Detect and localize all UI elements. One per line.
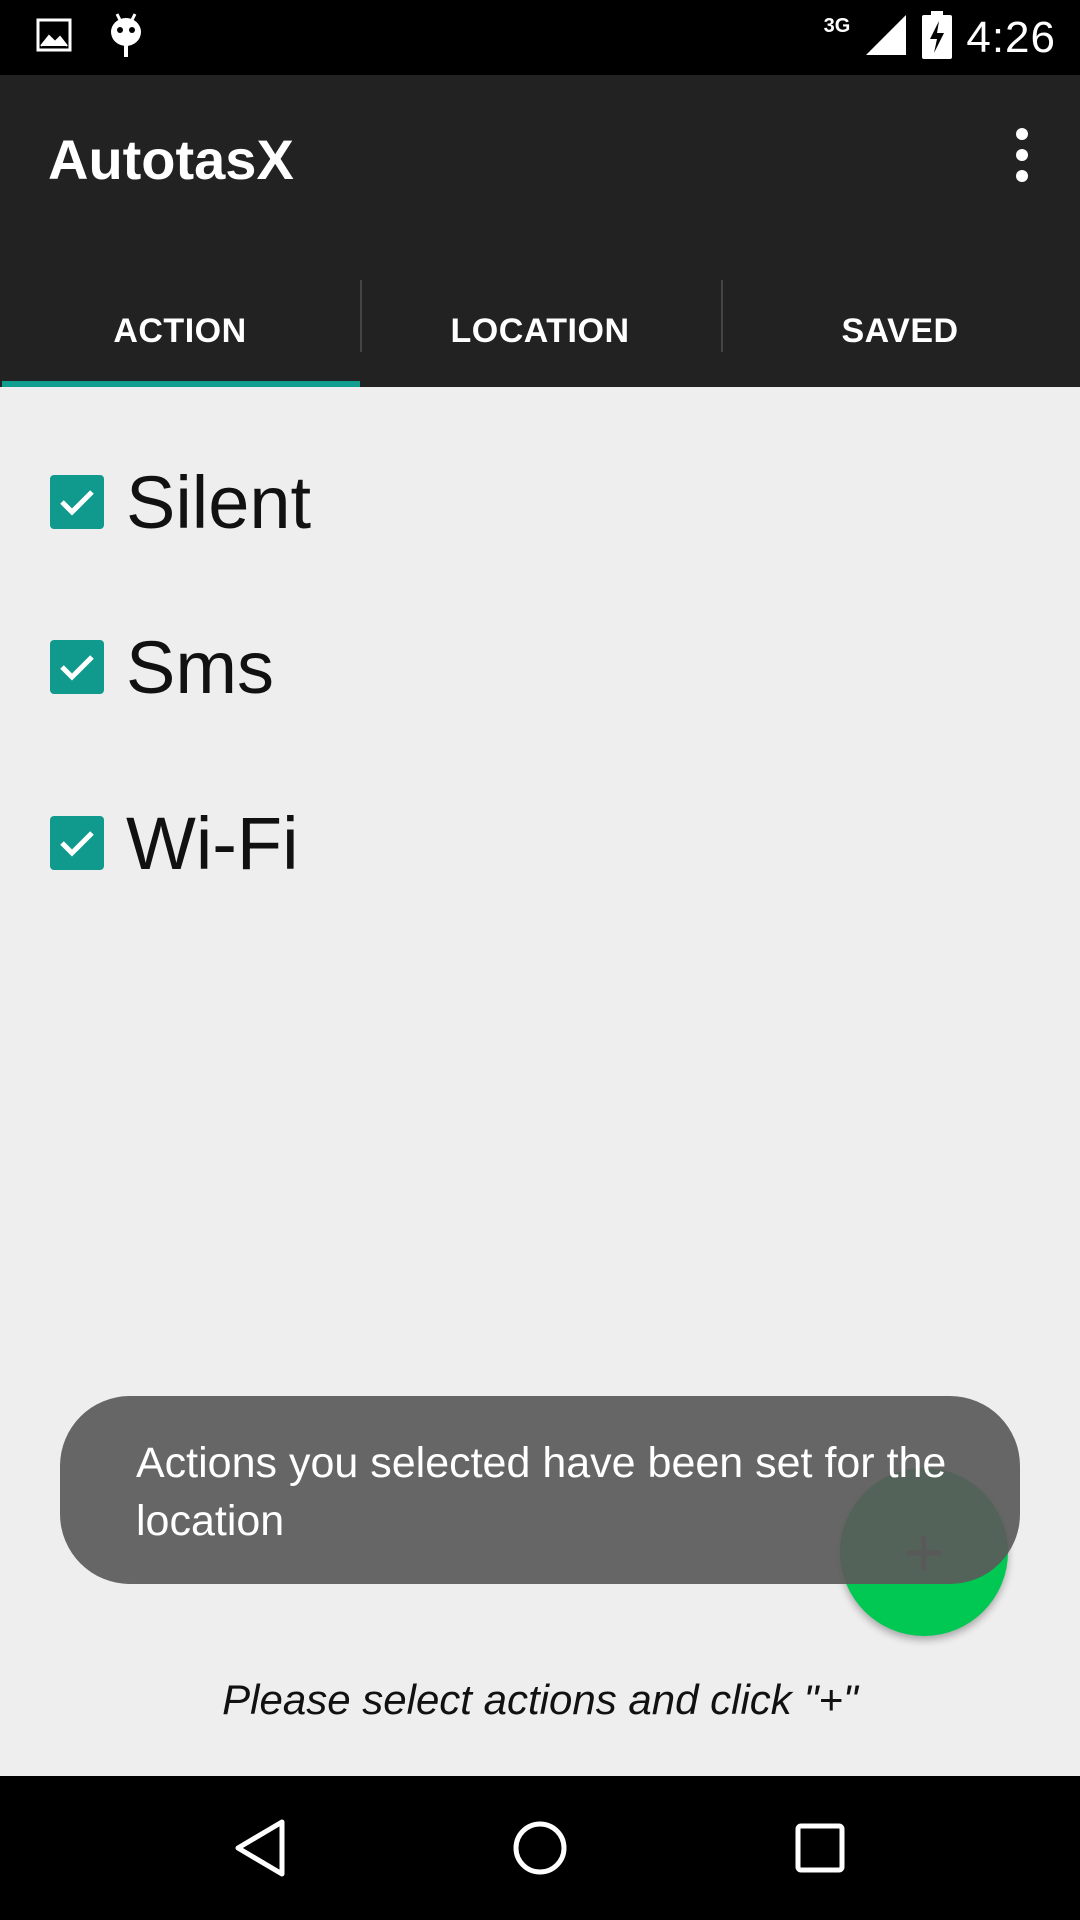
image-icon: [36, 18, 72, 57]
signal-icon: [864, 13, 908, 62]
tab-indicator: [2, 381, 360, 387]
tab-divider: [721, 280, 723, 352]
action-label: Sms: [126, 625, 274, 709]
more-vert-icon[interactable]: [994, 125, 1050, 185]
network-type-label: 3G: [823, 15, 851, 37]
action-item-silent[interactable]: Silent: [50, 447, 311, 557]
app-bar: AutotasX ACTION LOCATION SAVED: [0, 75, 1080, 387]
checkbox-checked[interactable]: [50, 816, 104, 870]
navigation-bar: [0, 1776, 1080, 1920]
action-item-wifi[interactable]: Wi-Fi: [50, 788, 299, 898]
action-label: Wi-Fi: [126, 801, 299, 885]
checkbox-checked[interactable]: [50, 640, 104, 694]
status-time: 4:26: [966, 12, 1056, 62]
status-bar: 3G 4:26: [0, 0, 1080, 75]
tab-label: SAVED: [841, 311, 959, 350]
tab-label: ACTION: [113, 311, 247, 350]
action-label: Silent: [126, 460, 312, 544]
app-title: AutotasX: [48, 128, 294, 191]
tab-location[interactable]: LOCATION: [360, 275, 720, 387]
home-icon[interactable]: [500, 1808, 580, 1888]
tab-saved[interactable]: SAVED: [720, 275, 1080, 387]
toast-message: Actions you selected have been set for t…: [60, 1396, 1020, 1584]
tab-bar: ACTION LOCATION SAVED: [0, 275, 1080, 387]
action-item-sms[interactable]: Sms: [50, 612, 274, 722]
checkbox-checked[interactable]: [50, 475, 104, 529]
hint-text: Please select actions and click "+": [222, 1676, 858, 1723]
battery-charging-icon: [922, 11, 953, 64]
back-icon[interactable]: [220, 1808, 300, 1888]
tab-label: LOCATION: [450, 311, 630, 350]
tab-action[interactable]: ACTION: [0, 275, 360, 387]
android-icon: [108, 12, 144, 63]
recents-icon[interactable]: [780, 1808, 860, 1888]
tab-divider: [360, 280, 362, 352]
